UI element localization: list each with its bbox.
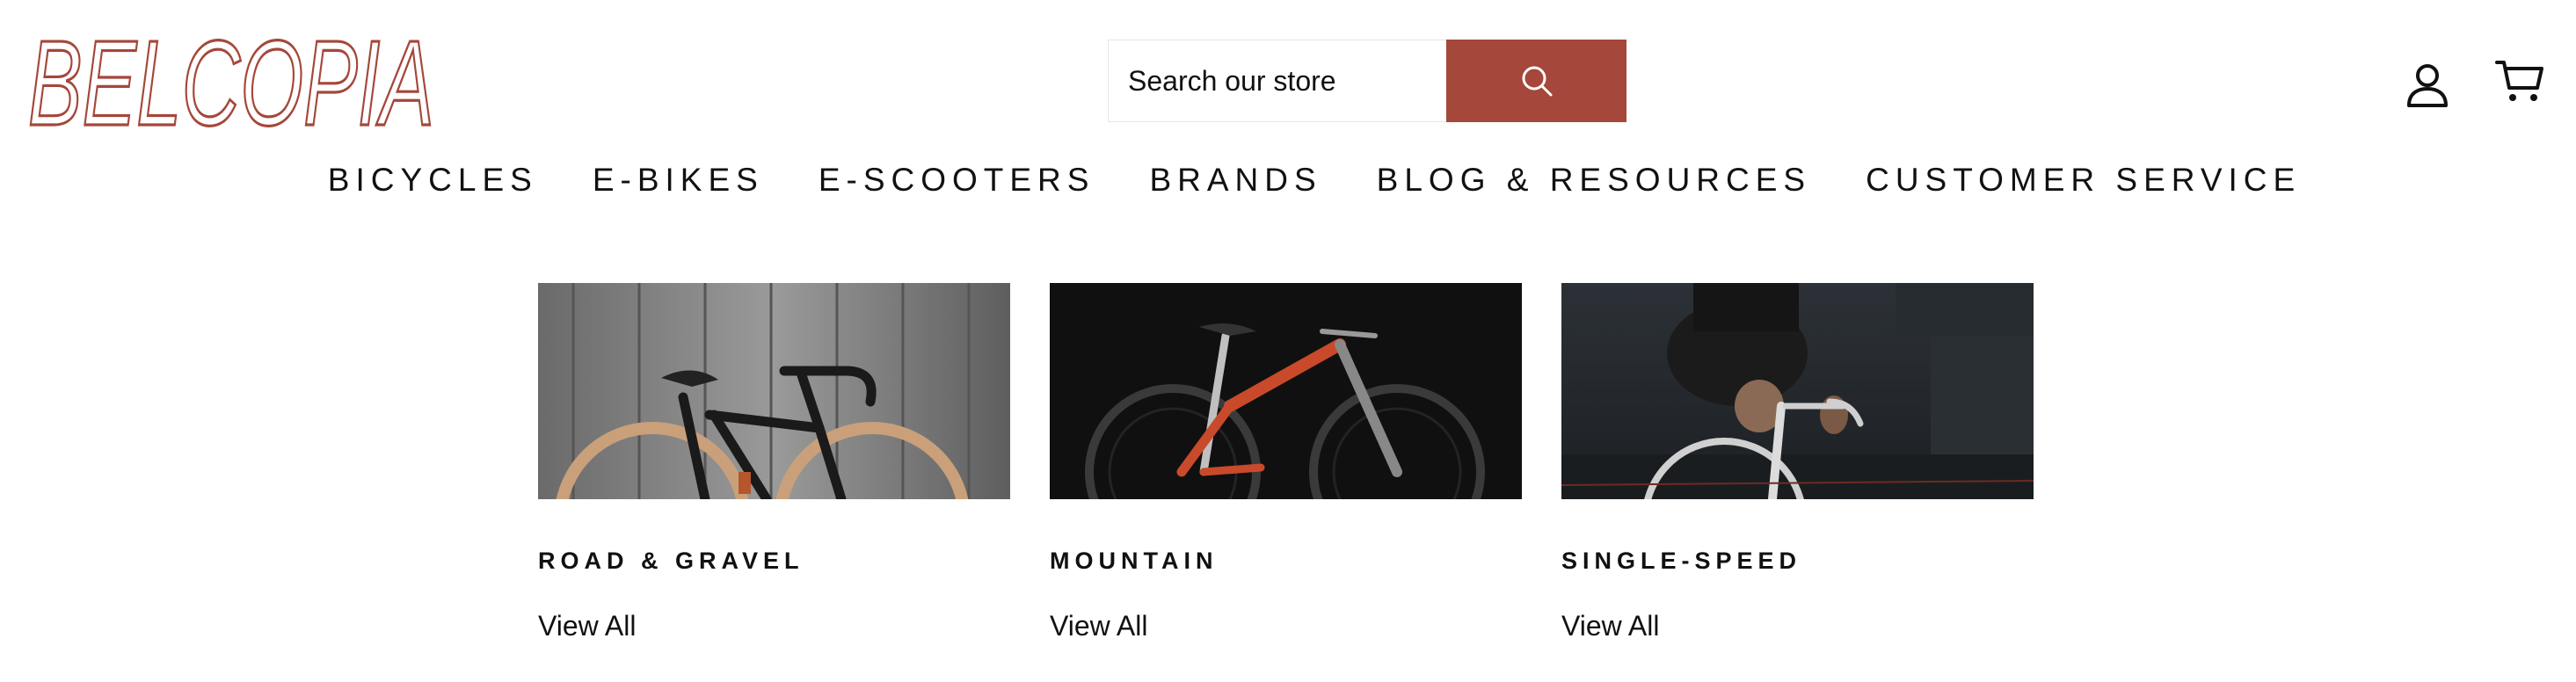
road-gravel-bike-photo[interactable] <box>538 283 1010 499</box>
category-title: SINGLE-SPEED <box>1561 548 1802 574</box>
main-navigation: BICYCLES E-BIKES E-SCOOTERS BRANDS BLOG … <box>0 162 2576 199</box>
nav-item-bicycles[interactable]: BICYCLES <box>328 162 538 199</box>
logo-text: BELCOPIA <box>28 32 434 135</box>
road-gravel-image <box>538 283 1010 499</box>
category-title: MOUNTAIN <box>1050 548 1219 574</box>
view-all-link[interactable]: View All <box>538 610 636 642</box>
category-card-road-gravel: ROAD & GRAVEL View All <box>538 283 1010 642</box>
search-button[interactable] <box>1446 40 1626 122</box>
category-card-single-speed: SINGLE-SPEED View All <box>1561 283 2034 642</box>
single-speed-image <box>1561 283 2034 499</box>
mountain-bike-photo[interactable] <box>1050 283 1522 499</box>
category-grid: ROAD & GRAVEL View All MOUNTAIN View All… <box>538 283 2034 642</box>
nav-item-customer-service[interactable]: CUSTOMER SERVICE <box>1866 162 2301 199</box>
view-all-link[interactable]: View All <box>1561 610 1659 642</box>
nav-item-blog-resources[interactable]: BLOG & RESOURCES <box>1377 162 1811 199</box>
single-speed-rider-photo[interactable] <box>1561 283 2034 499</box>
search-icon <box>1522 66 1552 97</box>
nav-item-e-bikes[interactable]: E-BIKES <box>593 162 764 199</box>
nav-item-brands[interactable]: BRANDS <box>1149 162 1321 199</box>
mountain-image <box>1050 283 1522 499</box>
belcopia-logo[interactable]: BELCOPIA <box>25 32 438 135</box>
account-button[interactable] <box>2405 62 2449 107</box>
page: BELCOPIA BICYCLES E-BIKES E-SCOOTERS <box>0 0 2576 682</box>
category-card-mountain: MOUNTAIN View All <box>1050 283 1522 642</box>
nav-item-e-scooters[interactable]: E-SCOOTERS <box>819 162 1095 199</box>
user-icon <box>2407 64 2448 107</box>
search-input[interactable] <box>1108 40 1446 122</box>
cart-button[interactable] <box>2495 58 2544 105</box>
cart-icon <box>2495 61 2543 101</box>
search-bar <box>1108 40 1626 122</box>
logo-wordmark: BELCOPIA <box>26 32 435 135</box>
category-title: ROAD & GRAVEL <box>538 548 804 574</box>
view-all-link[interactable]: View All <box>1050 610 1147 642</box>
